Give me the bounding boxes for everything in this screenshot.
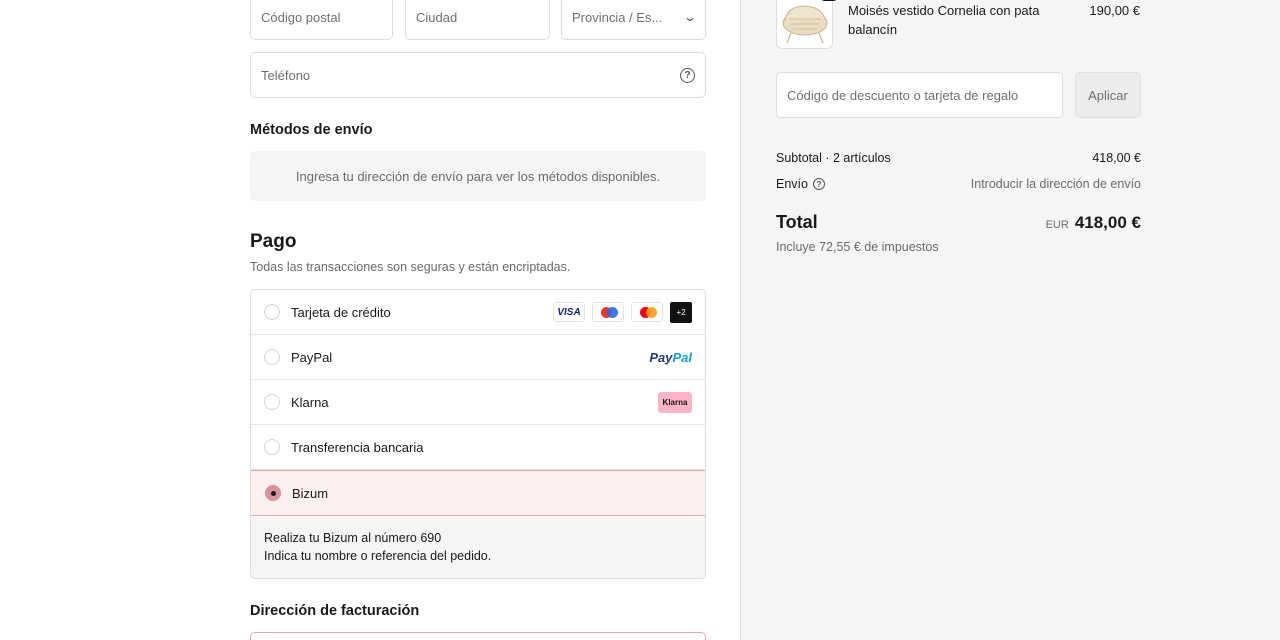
total-amount: 418,00 € (1074, 213, 1141, 232)
subtotal-row: Subtotal · 2 artículos 418,00 € (776, 151, 1141, 165)
city-placeholder: Ciudad (416, 9, 458, 25)
bizum-instructions: Realiza tu Bizum al número 690 Indica tu… (251, 516, 705, 578)
radio-credit-card[interactable] (264, 304, 280, 320)
chevron-down-icon: ⌄ (682, 10, 698, 24)
paypal-logo-icon: PayPal (649, 350, 692, 365)
paypal-logo-pal: Pal (672, 349, 692, 365)
card-logos: VISA +2 (553, 301, 692, 323)
payment-option-bizum[interactable]: Bizum (251, 470, 705, 516)
total-currency: EUR (1045, 219, 1069, 231)
shipping-methods-info: Ingresa tu dirección de envío para ver l… (250, 151, 706, 201)
tax-note: Incluye 72,55 € de impuestos (776, 240, 939, 254)
postal-code-input[interactable]: Código postal (250, 0, 393, 40)
maestro-logo-icon (592, 302, 624, 322)
klarna-logo-icon: Klarna (658, 391, 692, 413)
payment-option-credit-card[interactable]: Tarjeta de crédito VISA +2 (251, 290, 705, 335)
product-thumbnail (776, 0, 839, 49)
apply-discount-button[interactable]: Aplicar (1075, 72, 1141, 118)
order-summary: Moisés vestido Cornelia con pata balancí… (740, 0, 1280, 640)
phone-placeholder: Teléfono (261, 67, 311, 83)
radio-bank-transfer[interactable] (264, 439, 280, 455)
payment-option-bank-transfer[interactable]: Transferencia bancaria (251, 425, 705, 470)
billing-address-option[interactable] (250, 632, 706, 640)
bassinet-image-icon (782, 5, 828, 44)
subtotal-label: Subtotal · 2 artículos (776, 151, 891, 165)
city-input[interactable]: Ciudad (405, 0, 550, 40)
payment-option-label: Bizum (292, 485, 329, 501)
shipping-value: Introducir la dirección de envío (970, 177, 1141, 191)
bizum-info-line: Indica tu nombre o referencia del pedido… (264, 549, 492, 563)
payment-option-label: Klarna (291, 394, 329, 410)
shipping-row: Envío ? Introducir la dirección de envío (776, 177, 1141, 191)
paypal-logo-pay: Pay (649, 349, 673, 365)
discount-code-input[interactable]: Código de descuento o tarjeta de regalo (776, 72, 1063, 118)
payment-option-label: Transferencia bancaria (291, 439, 424, 455)
payment-option-label: Tarjeta de crédito (291, 304, 391, 320)
radio-paypal[interactable] (264, 349, 280, 365)
mastercard-logo-icon (631, 302, 663, 322)
total-label: Total (776, 212, 818, 232)
province-select[interactable]: Provincia / Es... ⌄ (561, 0, 706, 40)
payment-methods: Tarjeta de crédito VISA +2 PayPal PayPal… (250, 289, 706, 579)
more-cards-badge: +2 (670, 301, 692, 323)
postal-code-placeholder: Código postal (261, 9, 341, 25)
total-value-group: EUR 418,00 € (1046, 213, 1141, 233)
shipping-label: Envío (776, 177, 808, 191)
payment-subtitle: Todas las transacciones son seguras y es… (250, 260, 571, 274)
product-price: 190,00 € (1089, 3, 1140, 18)
radio-bizum[interactable] (265, 485, 281, 501)
radio-klarna[interactable] (264, 394, 280, 410)
bizum-info-line: Realiza tu Bizum al número 690 (264, 531, 442, 545)
payment-option-label: PayPal (291, 349, 333, 365)
help-icon[interactable]: ? (812, 178, 825, 190)
billing-address-heading: Dirección de facturación (250, 603, 420, 619)
payment-heading: Pago (250, 231, 297, 252)
shipping-methods-heading: Métodos de envío (250, 122, 373, 138)
product-name: Moisés vestido Cornelia con pata balancí… (848, 3, 1040, 37)
phone-input[interactable]: Teléfono ? (250, 52, 706, 98)
visa-logo-icon: VISA (553, 302, 585, 322)
province-value: Provincia / Es... (572, 9, 663, 25)
checkout-form: Código postal Ciudad Provincia / Es... ⌄… (0, 0, 740, 640)
shipping-label-group: Envío ? (776, 177, 825, 191)
subtotal-value: 418,00 € (1092, 151, 1141, 165)
help-icon[interactable]: ? (680, 67, 695, 83)
total-row: Total EUR 418,00 € (776, 212, 1141, 233)
payment-option-klarna[interactable]: Klarna Klarna (251, 380, 705, 425)
payment-option-paypal[interactable]: PayPal PayPal (251, 335, 705, 380)
discount-code-placeholder: Código de descuento o tarjeta de regalo (787, 87, 1019, 103)
